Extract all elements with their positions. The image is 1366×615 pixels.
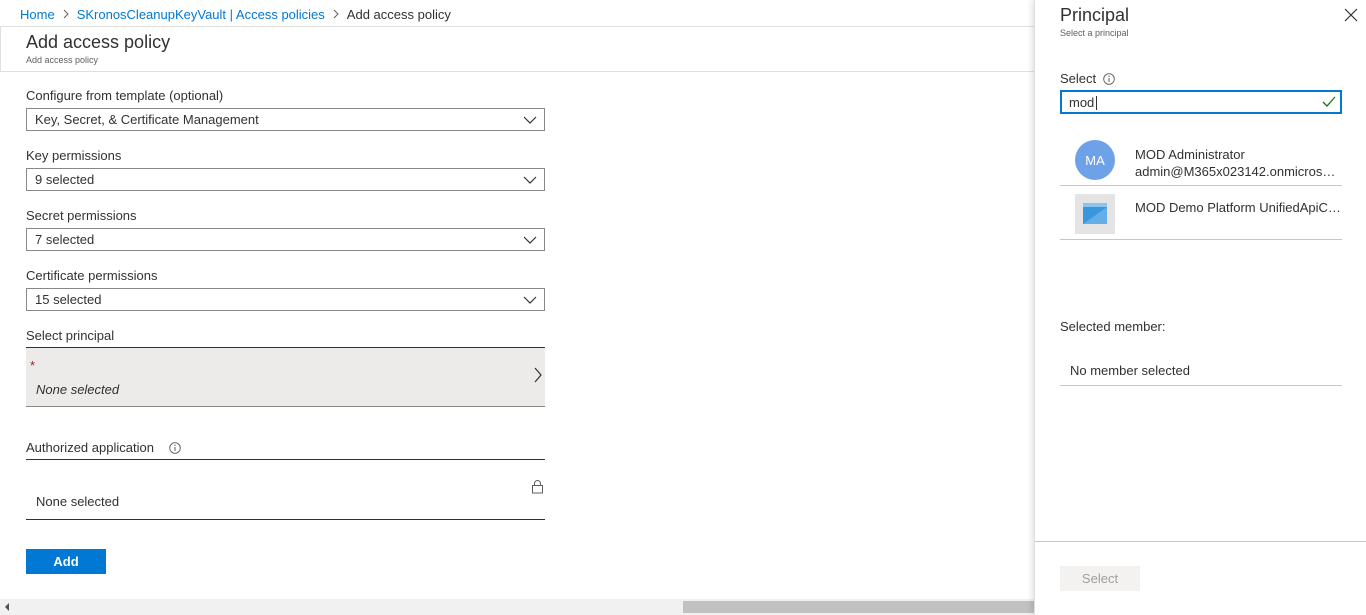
certificate-permissions-dropdown[interactable]: 15 selected [26, 288, 545, 311]
chevron-down-icon [523, 296, 537, 304]
template-dropdown[interactable]: Key, Secret, & Certificate Management [26, 108, 545, 131]
result-name: MOD Demo Platform UnifiedApiConsumer [1135, 200, 1342, 215]
required-marker: * [30, 358, 36, 373]
selected-member-value: No member selected [1070, 363, 1190, 378]
divider [0, 26, 1034, 27]
divider [0, 27, 1, 71]
template-label: Configure from template (optional) [26, 88, 224, 103]
close-icon[interactable] [1344, 8, 1358, 22]
principal-value: None selected [36, 382, 120, 397]
selected-member-label: Selected member: [1060, 319, 1166, 334]
result-email: admin@M365x023142.onmicrosoft.com [1135, 164, 1342, 179]
chevron-down-icon [523, 236, 537, 244]
authorized-application-value: None selected [36, 494, 120, 509]
chevron-down-icon [523, 176, 537, 184]
breadcrumb-current: Add access policy [346, 6, 451, 22]
info-icon[interactable] [169, 442, 181, 454]
secret-permissions-value: 7 selected [35, 232, 95, 247]
principal-search-input[interactable]: mod [1060, 90, 1342, 114]
panel-subtitle: Select a principal [1060, 28, 1129, 38]
divider [0, 71, 1034, 72]
select-principal-label: Select principal [26, 328, 115, 343]
template-value: Key, Secret, & Certificate Management [35, 112, 259, 127]
select-label: Select [1060, 71, 1097, 86]
page-subtitle: Add access policy [26, 55, 99, 65]
certificate-permissions-value: 15 selected [35, 292, 102, 307]
divider [26, 519, 545, 520]
certificate-permissions-label: Certificate permissions [26, 268, 158, 283]
scrollbar-thumb[interactable] [683, 601, 1034, 613]
chevron-down-icon [523, 116, 537, 124]
chevron-right-icon [534, 367, 542, 383]
horizontal-scrollbar[interactable] [0, 599, 1034, 615]
info-icon[interactable] [1103, 73, 1115, 85]
text-caret [1096, 96, 1097, 110]
avatar: MA [1075, 140, 1115, 180]
divider [1060, 385, 1342, 386]
result-name: MOD Administrator [1135, 147, 1245, 162]
secret-permissions-dropdown[interactable]: 7 selected [26, 228, 545, 251]
chevron-right-icon [325, 6, 347, 22]
key-permissions-dropdown[interactable]: 9 selected [26, 168, 545, 191]
key-permissions-label: Key permissions [26, 148, 122, 163]
select-button[interactable]: Select [1060, 566, 1140, 591]
breadcrumb-home-link[interactable]: Home [20, 7, 55, 22]
panel-title: Principal [1060, 5, 1130, 25]
authorized-application-label: Authorized application [26, 440, 154, 455]
application-icon [1075, 194, 1115, 234]
lock-icon [532, 480, 543, 494]
checkmark-icon [1322, 96, 1336, 107]
divider [1035, 541, 1366, 542]
breadcrumb-vault-link[interactable]: SKronosCleanupKeyVault | Access policies [77, 7, 325, 22]
divider [26, 459, 545, 460]
add-button[interactable]: Add [26, 549, 106, 574]
search-value: mod [1069, 95, 1095, 110]
chevron-right-icon [55, 6, 77, 22]
key-permissions-value: 9 selected [35, 172, 95, 187]
page-title: Add access policy [26, 32, 171, 52]
breadcrumb: Home SKronosCleanupKeyVault | Access pol… [20, 6, 451, 22]
select-principal-picker[interactable]: * None selected [26, 348, 545, 407]
principal-panel: Principal Select a principal Select mod … [1034, 0, 1366, 615]
scroll-left-arrow-icon[interactable] [4, 603, 10, 611]
search-result-item[interactable]: MA MOD Administrator admin@M365x023142.o… [1060, 134, 1342, 186]
search-result-item[interactable]: MOD Demo Platform UnifiedApiConsumer [1060, 186, 1342, 240]
secret-permissions-label: Secret permissions [26, 208, 137, 223]
